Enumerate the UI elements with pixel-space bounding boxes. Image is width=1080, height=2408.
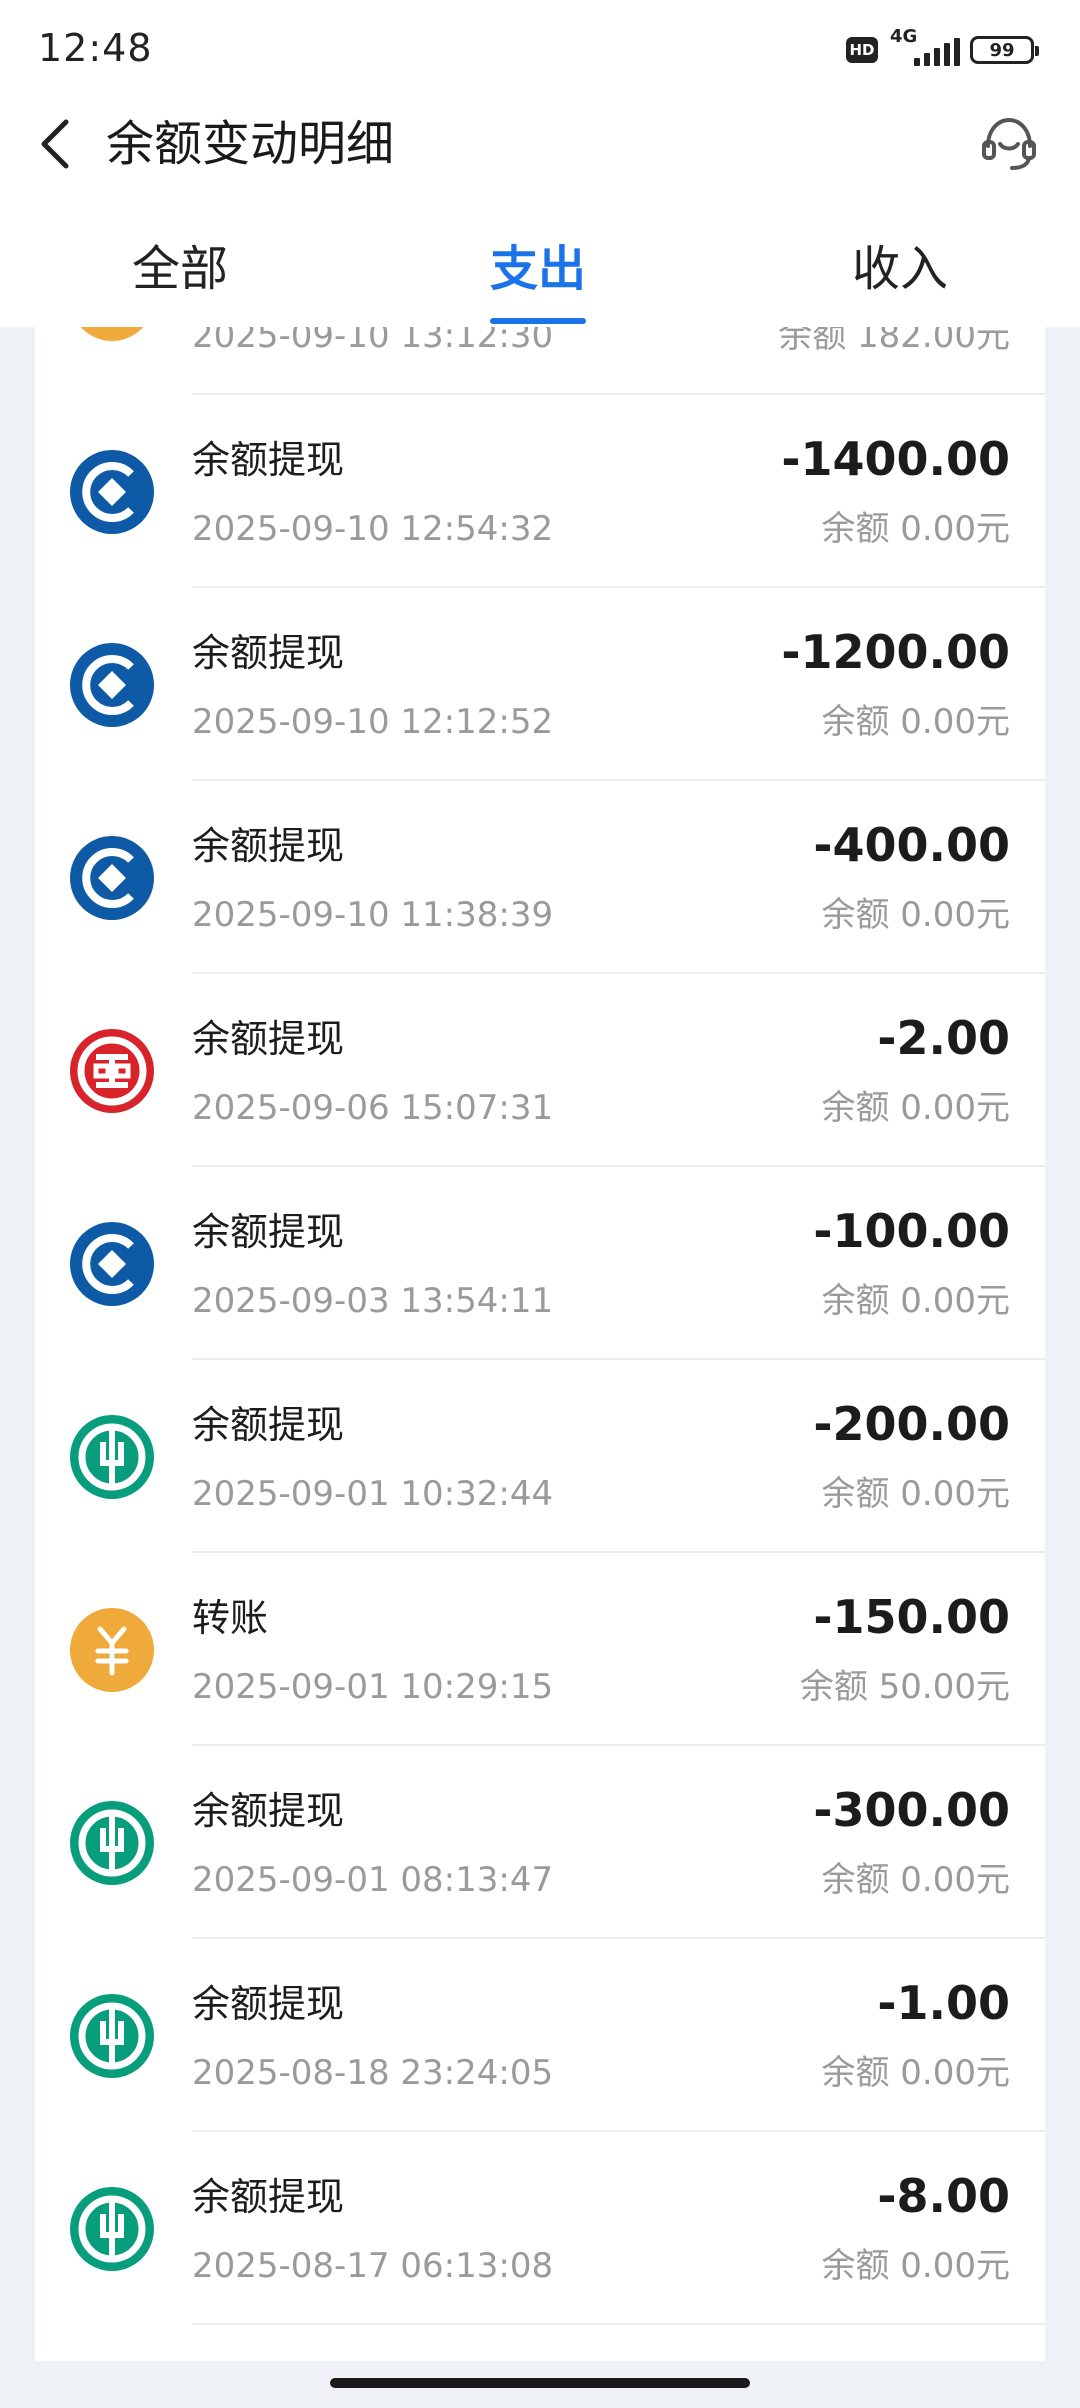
abc-bank-icon — [70, 2187, 154, 2271]
transaction-balance: 余额 0.00元 — [821, 1088, 1010, 1128]
signal-icon: 4G — [888, 26, 960, 70]
back-button[interactable] — [26, 112, 90, 176]
headset-icon — [982, 117, 1036, 170]
abc-bank-icon — [70, 1994, 154, 2078]
transaction-balance: 余额 0.00元 — [821, 1474, 1010, 1514]
tab-income[interactable]: 收入 — [800, 237, 1000, 301]
transaction-list: 2025-09-10 13:12:30 余额 182.00元 余额提现 2025… — [35, 327, 1045, 2361]
transaction-title: 余额提现 — [192, 1403, 345, 1447]
transaction-amount: -2.00 — [877, 1011, 1010, 1065]
transaction-title: 余额提现 — [192, 824, 345, 868]
transaction-amount: -400.00 — [813, 818, 1010, 872]
transaction-title: 余额提现 — [192, 1017, 345, 1061]
divider — [192, 2323, 1045, 2325]
transaction-amount: -1.00 — [877, 1976, 1010, 2030]
transaction-time: 2025-09-01 08:13:47 — [192, 1860, 554, 1900]
transaction-amount: -100.00 — [813, 1204, 1010, 1258]
transaction-amount: -300.00 — [813, 1783, 1010, 1837]
battery-icon: 99 — [970, 36, 1039, 64]
transfer-yuan-icon — [70, 1608, 154, 1692]
transaction-time: 2025-09-03 13:54:11 — [192, 1281, 554, 1321]
list-item[interactable]: 余额提现 2025-09-10 12:54:32 -1400.00 余额 0.0… — [35, 395, 1045, 588]
tab-bar: 全部 支出 收入 — [0, 215, 1080, 327]
list-item[interactable]: 余额提现 2025-09-10 12:12:52 -1200.00 余额 0.0… — [35, 588, 1045, 781]
transaction-time: 2025-09-10 12:54:32 — [192, 509, 554, 549]
list-item[interactable]: 余额提现 2025-08-17 06:13:08 -8.00 余额 0.00元 — [35, 2132, 1045, 2325]
transaction-balance: 余额 0.00元 — [821, 2053, 1010, 2093]
transaction-time: 2025-09-10 11:38:39 — [192, 895, 554, 935]
page-title: 余额变动明细 — [106, 116, 395, 172]
tab-all[interactable]: 全部 — [80, 237, 280, 301]
ccb-bank-icon — [70, 643, 154, 727]
list-item[interactable]: 余额提现 2025-09-06 15:07:31 -2.00 余额 0.00元 — [35, 974, 1045, 1167]
transaction-time: 2025-09-01 10:32:44 — [192, 1474, 554, 1514]
transaction-amount: -150.00 — [813, 1590, 1010, 1644]
transaction-time: 2025-09-01 10:29:15 — [192, 1667, 554, 1707]
hd-icon: HD — [846, 37, 878, 63]
status-time: 12:48 — [38, 26, 153, 70]
ccb-bank-icon — [70, 1222, 154, 1306]
transaction-title: 余额提现 — [192, 1982, 345, 2026]
transaction-balance: 余额 0.00元 — [821, 702, 1010, 742]
list-item[interactable]: 余额提现 2025-09-01 10:32:44 -200.00 余额 0.00… — [35, 1360, 1045, 1553]
chevron-left-icon — [41, 119, 69, 169]
transaction-balance: 余额 0.00元 — [821, 2246, 1010, 2286]
tab-expense[interactable]: 支出 — [438, 237, 638, 301]
transaction-time: 2025-09-10 12:12:52 — [192, 702, 554, 742]
battery-level: 99 — [989, 39, 1015, 61]
transaction-title: 余额提现 — [192, 631, 345, 675]
status-icons: HD 4G 99 — [846, 26, 1039, 70]
abc-bank-icon — [70, 1415, 154, 1499]
transaction-title: 转账 — [192, 1596, 269, 1640]
transaction-balance: 余额 50.00元 — [799, 1667, 1010, 1707]
transaction-balance: 余额 0.00元 — [821, 895, 1010, 935]
list-item[interactable]: 余额提现 2025-09-01 08:13:47 -300.00 余额 0.00… — [35, 1746, 1045, 1939]
status-bar: 12:48 HD 4G 99 — [0, 0, 1080, 100]
list-item[interactable]: 余额提现 2025-08-18 23:24:05 -1.00 余额 0.00元 — [35, 1939, 1045, 2132]
header: 余额变动明细 — [0, 100, 1080, 215]
transaction-balance: 余额 0.00元 — [821, 1281, 1010, 1321]
transaction-time: 2025-08-18 23:24:05 — [192, 2053, 554, 2093]
icbc-bank-icon — [70, 1029, 154, 1113]
transaction-title: 余额提现 — [192, 1789, 345, 1833]
transaction-time: 2025-09-10 13:12:30 — [192, 327, 554, 356]
customer-service-button[interactable] — [976, 110, 1042, 176]
transaction-time: 2025-08-17 06:13:08 — [192, 2246, 554, 2286]
list-item-partial[interactable]: 2025-09-10 13:12:30 余额 182.00元 — [35, 327, 1045, 395]
transfer-yuan-icon — [80, 327, 144, 341]
transaction-amount: -1200.00 — [781, 625, 1010, 679]
list-item[interactable]: 余额提现 2025-09-03 13:54:11 -100.00 余额 0.00… — [35, 1167, 1045, 1360]
transaction-title: 余额提现 — [192, 2175, 345, 2219]
transaction-amount: -8.00 — [877, 2169, 1010, 2223]
transaction-title: 余额提现 — [192, 1210, 345, 1254]
ccb-bank-icon — [70, 836, 154, 920]
transaction-balance: 余额 0.00元 — [821, 1860, 1010, 1900]
list-item[interactable]: 转账 2025-09-01 10:29:15 -150.00 余额 50.00元 — [35, 1553, 1045, 1746]
transaction-amount: -1400.00 — [781, 432, 1010, 486]
transaction-title: 余额提现 — [192, 438, 345, 482]
transaction-balance: 余额 182.00元 — [778, 327, 1010, 356]
transaction-amount: -200.00 — [813, 1397, 1010, 1451]
transaction-balance: 余额 0.00元 — [821, 509, 1010, 549]
active-tab-indicator — [490, 318, 586, 324]
home-indicator[interactable] — [330, 2378, 750, 2388]
list-item[interactable]: 余额提现 2025-09-10 11:38:39 -400.00 余额 0.00… — [35, 781, 1045, 974]
transaction-time: 2025-09-06 15:07:31 — [192, 1088, 554, 1128]
ccb-bank-icon — [70, 450, 154, 534]
abc-bank-icon — [70, 1801, 154, 1885]
